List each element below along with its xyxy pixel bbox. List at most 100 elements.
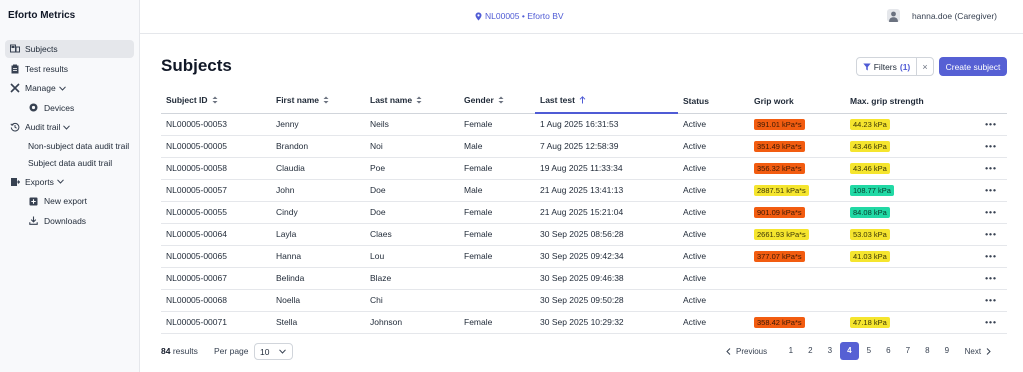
column-header-last-test[interactable]: Last test	[535, 89, 678, 114]
row-actions-button[interactable]: •••	[957, 113, 1007, 136]
row-actions-button[interactable]: •••	[957, 135, 1007, 158]
more-horizontal-icon: •••	[985, 119, 997, 129]
sidebar-item-devices[interactable]: Devices	[5, 99, 134, 117]
cell-gender: Female	[459, 157, 535, 180]
column-header-gender[interactable]: Gender	[459, 89, 535, 114]
column-header-last-name[interactable]: Last name	[365, 89, 459, 114]
table-row[interactable]: NL00005-00067 Belinda Blaze 30 Sep 2025 09:…	[161, 267, 1007, 290]
sidebar-item-new-export[interactable]: New export	[5, 192, 134, 210]
table-row[interactable]: NL00005-00053 Jenny Neils Female 1 Aug 2025 …	[161, 113, 1007, 136]
sidebar-item-label: Subject data audit trail	[28, 158, 113, 168]
sidebar-item-non-subject-audit[interactable]: Non-subject data audit trail	[5, 138, 134, 154]
table-row[interactable]: NL00005-00057 John Doe Male 21 Aug 2025 13:4…	[161, 179, 1007, 202]
table-row[interactable]: NL00005-00064 Layla Claes Female 30 Sep 2025…	[161, 223, 1007, 246]
row-actions-button[interactable]: •••	[957, 311, 1007, 334]
page-button[interactable]: 4	[839, 342, 860, 360]
cell-subject-id: NL00005-00071	[161, 311, 271, 334]
row-actions-button[interactable]: •••	[957, 223, 1007, 246]
row-actions-button[interactable]: •••	[957, 289, 1007, 312]
column-header-grip-work: Grip work	[749, 89, 845, 114]
cell-last-test: 1 Aug 2025 16:31:53	[535, 113, 678, 136]
row-actions-button[interactable]: •••	[957, 179, 1007, 202]
grip-work-badge: 356.32 kPa*s	[754, 162, 805, 174]
filters-label: Filters	[873, 61, 897, 72]
row-actions-button[interactable]: •••	[957, 245, 1007, 268]
page-button[interactable]: 7	[898, 342, 918, 360]
page-button[interactable]: 6	[879, 342, 899, 360]
cell-subject-id: NL00005-00055	[161, 201, 271, 224]
cell-subject-id: NL00005-00005	[161, 135, 271, 158]
cell-last-name: Chi	[365, 289, 459, 312]
table-row[interactable]: NL00005-00055 Cindy Doe Female 21 Aug 2025 1…	[161, 201, 1007, 224]
page-button[interactable]: 3	[820, 342, 840, 360]
page-button[interactable]: 2	[801, 342, 821, 360]
sidebar-item-label: Audit trail	[25, 122, 61, 132]
filters-count: (1)	[899, 61, 911, 72]
sidebar-nav: Subjects Test results Manage Devices Aud…	[5, 40, 134, 231]
cell-status: Active	[678, 179, 749, 202]
chevron-right-icon	[986, 347, 991, 355]
row-actions-button[interactable]: •••	[957, 267, 1007, 290]
cell-max-grip: 108.77 kPa	[845, 179, 957, 202]
more-horizontal-icon: •••	[985, 163, 997, 173]
arrow-up-icon	[579, 95, 586, 106]
create-subject-button[interactable]: Create subject	[939, 57, 1007, 76]
column-header-subject-id[interactable]: Subject ID	[161, 89, 271, 114]
user-menu[interactable]: hanna.doe (Caregiver)	[886, 9, 997, 22]
cell-last-test: 30 Sep 2025 08:56:28	[535, 223, 678, 246]
row-actions-button[interactable]: •••	[957, 157, 1007, 180]
sidebar-item-manage[interactable]: Manage	[5, 79, 134, 97]
grip-work-badge: 377.07 kPa*s	[754, 250, 805, 262]
previous-page-button[interactable]: Previous	[726, 347, 767, 356]
sidebar-item-label: Non-subject data audit trail	[28, 140, 130, 151]
sidebar-item-audit-trail[interactable]: Audit trail	[5, 118, 134, 136]
cell-first-name: Brandon	[271, 135, 365, 158]
page-button[interactable]: 1	[781, 342, 801, 360]
sidebar-item-downloads[interactable]: Downloads	[5, 212, 134, 230]
table-row[interactable]: NL00005-00065 Hanna Lou Female 30 Sep 2025 0…	[161, 245, 1007, 268]
sidebar-item-exports[interactable]: Exports	[5, 173, 134, 191]
cell-last-name: Claes	[365, 223, 459, 246]
cell-last-test: 30 Sep 2025 09:42:34	[535, 245, 678, 268]
max-grip-badge: 53.03 kPa	[850, 228, 890, 240]
cell-status: Active	[678, 311, 749, 334]
page-button[interactable]: 5	[859, 342, 879, 360]
cell-last-test: 30 Sep 2025 10:29:32	[535, 311, 678, 334]
cell-status: Active	[678, 267, 749, 290]
filters-button[interactable]: Filters (1)	[856, 57, 917, 76]
page-button[interactable]: 8	[918, 342, 938, 360]
row-actions-button[interactable]: •••	[957, 201, 1007, 224]
cell-last-test: 7 Aug 2025 12:58:39	[535, 135, 678, 158]
max-grip-badge: 41.03 kPa	[850, 250, 890, 262]
cell-gender	[459, 289, 535, 312]
cell-gender: Male	[459, 179, 535, 202]
cell-last-name: Blaze	[365, 267, 459, 290]
organization-label: NL00005 • Eforto BV	[485, 11, 564, 21]
sidebar-item-subjects[interactable]: Subjects	[5, 40, 134, 58]
cell-gender	[459, 267, 535, 290]
cell-grip-work: 901.09 kPa*s	[749, 201, 845, 224]
sidebar-item-subject-audit[interactable]: Subject data audit trail	[5, 155, 134, 171]
cell-last-name: Johnson	[365, 311, 459, 334]
clear-filters-button[interactable]: ×	[916, 57, 934, 76]
table-row[interactable]: NL00005-00068 Noella Chi 30 Sep 2025 09:50:…	[161, 289, 1007, 312]
grip-work-badge: 358.42 kPa*s	[754, 316, 805, 328]
grip-work-badge: 2887.51 kPa*s	[754, 184, 809, 196]
cell-grip-work: 391.01 kPa*s	[749, 113, 845, 136]
organization-selector[interactable]: NL00005 • Eforto BV	[475, 11, 564, 21]
cell-status: Active	[678, 289, 749, 312]
table-row[interactable]: NL00005-00005 Brandon Noi Male 7 Aug 2025 12…	[161, 135, 1007, 158]
cell-last-test: 30 Sep 2025 09:50:28	[535, 289, 678, 312]
table-row[interactable]: NL00005-00058 Claudia Poe Female 19 Aug 2025…	[161, 157, 1007, 180]
cell-grip-work: 2887.51 kPa*s	[749, 179, 845, 202]
page-button[interactable]: 9	[937, 342, 957, 360]
cell-status: Active	[678, 223, 749, 246]
per-page-select[interactable]: 10	[254, 343, 293, 360]
table-row[interactable]: NL00005-00071 Stella Johnson Female 30 Sep 2…	[161, 311, 1007, 334]
more-horizontal-icon: •••	[985, 207, 997, 217]
next-page-button[interactable]: Next	[965, 347, 991, 356]
column-header-first-name[interactable]: First name	[271, 89, 365, 114]
cell-last-test: 19 Aug 2025 11:33:34	[535, 157, 678, 180]
sidebar-item-test-results[interactable]: Test results	[5, 60, 134, 78]
more-horizontal-icon: •••	[985, 295, 997, 305]
